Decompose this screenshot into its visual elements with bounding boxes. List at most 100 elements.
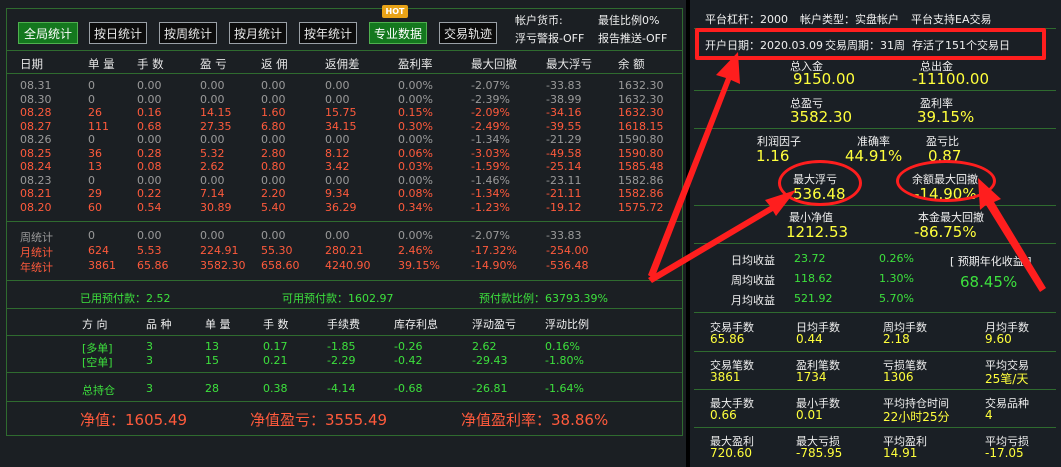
summary-lots: 5.53: [137, 244, 162, 257]
summary-max-drawdown: -2.07%: [471, 229, 510, 242]
pos-total-float-rate: -1.64%: [545, 382, 584, 395]
tab-monthly-stats[interactable]: 按月统计: [229, 22, 287, 44]
cell-date: 08.30: [20, 92, 52, 106]
cell-rebate-diff: 36.29: [325, 200, 357, 214]
cell-rebate: 0.00: [261, 173, 286, 187]
cell-max-drawdown: -1.34%: [471, 133, 510, 146]
summary-date: 周统计: [20, 231, 53, 244]
divider: [694, 128, 1056, 129]
cell-rebate-diff: 8.12: [325, 146, 350, 160]
cell-balance: 1575.72: [618, 200, 664, 214]
tab-yearly-stats[interactable]: 按年统计: [299, 22, 357, 44]
tab-daily-stats[interactable]: 按日统计: [89, 22, 147, 44]
cell-balance: 1590.80: [618, 146, 664, 160]
total-deposit: 9150.00: [793, 70, 856, 88]
divider: [694, 312, 1056, 313]
cell-rebate-diff: 9.34: [325, 187, 350, 200]
cell-max-drawdown: -2.09%: [471, 106, 510, 119]
cell-lots: 0.68: [137, 119, 162, 133]
summary-orders: 3861: [88, 259, 116, 272]
cell-rebate-diff: 0.00: [325, 92, 350, 106]
header-max-drawdown: 最大回撤: [471, 57, 517, 71]
tab-weekly-stats[interactable]: 按周统计: [159, 22, 217, 44]
summary-max-float-loss: -33.83: [546, 229, 582, 242]
cell-rebate: 0.00: [261, 92, 286, 106]
report-push-status: 报告推送-OFF: [598, 32, 668, 45]
pos-symbols: 3: [146, 340, 153, 353]
avg-value: 118.62: [794, 272, 833, 285]
summary-rebate: 0.00: [261, 229, 286, 242]
pos-header-lots: 手 数: [263, 318, 289, 331]
pos-header-direction: 方 向: [82, 318, 108, 331]
statistics-panel: 全局统计 按日统计 按周统计 按月统计 按年统计 HOT 专业数据 交易轨迹 帐…: [0, 0, 686, 467]
pos-direction: [空单]: [82, 356, 113, 369]
used-margin: 已用预付款：2.52: [80, 292, 171, 305]
avg-label: 月均收益: [731, 294, 775, 307]
pos-header-float-pnl: 浮动盈亏: [472, 318, 516, 331]
summary-orders: 0: [88, 229, 95, 242]
stat-value: 720.60: [710, 446, 752, 460]
summary-lots: 65.86: [137, 259, 169, 272]
cell-rebate-diff: 15.75: [325, 106, 357, 119]
header-lots: 手 数: [137, 57, 164, 71]
cell-pnl: 0.00: [200, 133, 225, 146]
cell-max-drawdown: -2.07%: [471, 79, 510, 92]
pos-swap: -0.42: [394, 354, 423, 367]
cell-balance: 1632.30: [618, 92, 664, 106]
cell-rebate: 2.80: [261, 146, 286, 160]
pos-header-symbols: 品 种: [146, 318, 172, 331]
cell-pnl: 27.35: [200, 119, 232, 133]
accuracy: 44.91%: [845, 147, 903, 165]
cell-profit-rate: 0.00%: [398, 92, 433, 106]
summary-rebate-diff: 280.21: [325, 244, 364, 257]
tab-trade-track[interactable]: 交易轨迹: [439, 22, 497, 44]
cell-balance: 1590.80: [618, 133, 664, 146]
divider: [6, 221, 682, 222]
cell-max-float-loss: -21.29: [546, 133, 582, 146]
pos-header-swap: 库存利息: [394, 318, 438, 331]
cell-rebate-diff: 3.42: [325, 160, 350, 173]
cell-orders: 111: [88, 119, 109, 133]
cell-profit-rate: 0.30%: [398, 119, 433, 133]
cell-orders: 0: [88, 92, 95, 106]
divider: [694, 243, 1056, 244]
summary-rebate: 55.30: [261, 244, 293, 257]
account-summary-panel: 平台杠杆：2000 帐户类型：实盘帐户 平台支持EA交易 开户日期：2020.0…: [690, 0, 1061, 467]
header-profit-rate: 盈利率: [398, 57, 433, 71]
cell-date: 08.20: [20, 200, 52, 214]
cell-rebate: 2.20: [261, 187, 286, 200]
platform-leverage: 平台杠杆：2000: [705, 13, 788, 26]
avg-value: 23.72: [794, 252, 826, 265]
cell-pnl: 30.89: [200, 200, 232, 214]
cell-max-float-loss: -23.11: [546, 173, 582, 187]
hot-badge: HOT: [382, 5, 408, 18]
cell-balance: 1582.86: [618, 173, 664, 187]
divider: [6, 435, 683, 436]
cell-orders: 26: [88, 106, 102, 119]
header-max-float-loss: 最大浮亏: [546, 57, 592, 71]
cell-orders: 36: [88, 146, 102, 160]
capital-max-drawdown: -86.75%: [914, 223, 977, 241]
cell-max-float-loss: -21.11: [546, 187, 582, 200]
tab-global-stats[interactable]: 全局统计: [18, 22, 78, 44]
cell-rebate: 0.80: [261, 160, 286, 173]
pos-lots: 0.17: [263, 340, 288, 353]
float-alert-status: 浮亏警报-OFF: [515, 32, 585, 45]
cell-rebate-diff: 0.00: [325, 173, 350, 187]
divider: [6, 73, 682, 74]
summary-max-float-loss: -536.48: [546, 259, 589, 272]
summary-date: 年统计: [20, 261, 53, 274]
divider: [6, 308, 682, 309]
cell-balance: 1585.48: [618, 160, 664, 173]
pos-float-rate: 0.16%: [545, 340, 580, 353]
cell-date: 08.31: [20, 79, 52, 92]
cell-lots: 0.54: [137, 200, 162, 214]
divider: [694, 90, 1056, 91]
pos-header-orders: 单 量: [205, 318, 231, 331]
highlight-max-drawdown-ellipse: [896, 160, 996, 202]
cell-lots: 0.08: [137, 160, 162, 173]
cell-profit-rate: 0.08%: [398, 187, 433, 200]
tab-pro-data[interactable]: 专业数据: [369, 22, 427, 44]
cell-lots: 0.16: [137, 106, 162, 119]
pos-header-float-rate: 浮动比例: [545, 318, 589, 331]
